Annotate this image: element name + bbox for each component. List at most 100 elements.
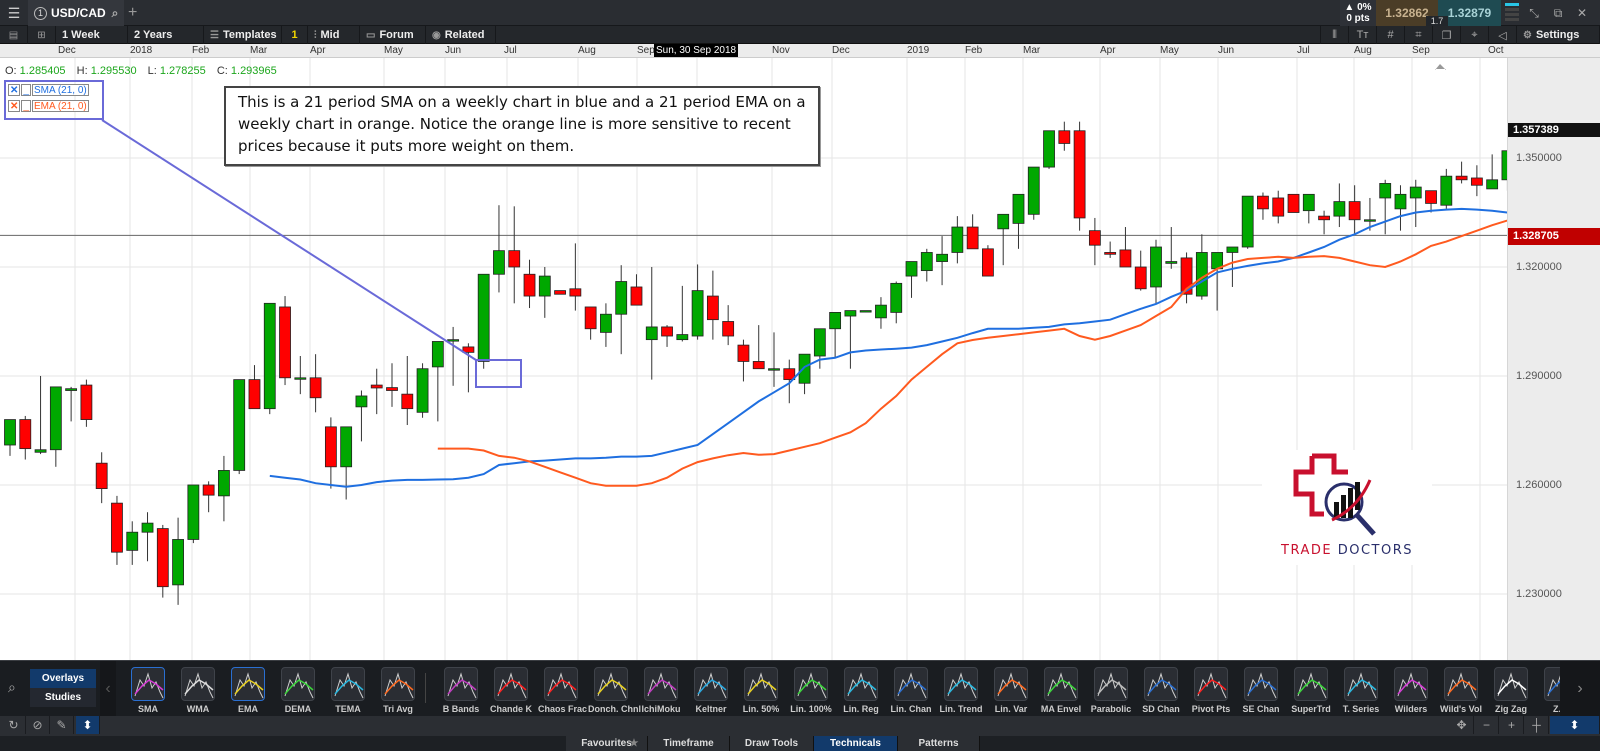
text-size-icon[interactable]: Tт: [1348, 26, 1376, 44]
pencil-icon[interactable]: ✎: [50, 716, 74, 734]
indicator-thumbnail-icon: [1444, 667, 1478, 701]
indicator-donch-chnl[interactable]: Donch. Chnl: [588, 667, 641, 714]
templates-button[interactable]: ☰ Templates: [204, 26, 282, 44]
indicator-lin-var[interactable]: Lin. Var: [988, 667, 1034, 714]
indicator-label: DEMA: [284, 704, 312, 714]
tab-studies[interactable]: Studies: [30, 688, 96, 707]
eye-icon: ◉: [432, 29, 441, 41]
zoom-out-icon[interactable]: −: [1475, 716, 1499, 734]
indicator-label: SD Chan: [1142, 704, 1180, 714]
indicator-tema[interactable]: TEMA: [325, 667, 371, 714]
interval-button[interactable]: 1 Week: [56, 26, 128, 44]
indicator-lin-chan[interactable]: Lin. Chan: [888, 667, 934, 714]
indicator-supertrd[interactable]: SuperTrd: [1288, 667, 1334, 714]
indicator-parabolic[interactable]: Parabolic: [1088, 667, 1134, 714]
candle-down: [752, 361, 765, 370]
indicator-pivot-pts[interactable]: Pivot Pts: [1188, 667, 1234, 714]
time-tick: Apr: [1100, 45, 1116, 56]
time-tick: Aug: [578, 45, 596, 56]
search-icon[interactable]: ⌕: [8, 679, 16, 696]
clear-icon[interactable]: ⊘: [26, 716, 50, 734]
candle-up: [615, 281, 628, 315]
indicator-keltner[interactable]: Keltner: [688, 667, 734, 714]
layers-icon[interactable]: ❐: [1432, 26, 1460, 44]
scroll-right-icon[interactable]: ›: [1560, 661, 1600, 717]
close-icon[interactable]: ✕: [1570, 0, 1594, 26]
indicator-se-chan[interactable]: SE Chan: [1238, 667, 1284, 714]
indicator-ma-envel[interactable]: MA Envel: [1038, 667, 1084, 714]
indicator-wild-s-vol[interactable]: Wild's Vol: [1438, 667, 1484, 714]
candle-down: [630, 286, 643, 306]
scroll-left-icon[interactable]: ‹: [100, 661, 116, 717]
indicator-lin-100[interactable]: Lin. 100%: [788, 667, 834, 714]
remove-ema-icon[interactable]: ✕: [8, 100, 21, 112]
popout-icon[interactable]: ⧉: [1546, 0, 1570, 26]
tab-overlays[interactable]: Overlays: [30, 669, 96, 688]
trade-doctors-logo: TRADE DOCTORS: [1262, 450, 1432, 565]
fit-vertical-icon[interactable]: ⬍: [1550, 716, 1600, 734]
candle-up: [997, 213, 1010, 230]
hide-sma-icon[interactable]: _: [21, 84, 31, 96]
indicator-thumbnail-icon: [844, 667, 878, 701]
remove-sma-icon[interactable]: ✕: [8, 84, 21, 96]
price-type-button[interactable]: ⫶ Mid: [308, 26, 360, 44]
grid-icon[interactable]: #: [1376, 26, 1404, 44]
indicator-chaos-frac[interactable]: Chaos Frac: [538, 667, 587, 714]
indicator-lin-trend[interactable]: Lin. Trend: [938, 667, 984, 714]
indicator-thumbnail-icon: [181, 667, 215, 701]
minimize-icon[interactable]: ⤡: [1522, 0, 1546, 26]
crosshair-icon[interactable]: ┼: [1525, 716, 1549, 734]
star-icon[interactable]: ★: [620, 736, 648, 751]
candle-down: [1104, 252, 1117, 255]
indicator-chande-k[interactable]: Chande K: [488, 667, 534, 714]
annotation-textbox[interactable]: This is a 21 period SMA on a weekly char…: [224, 86, 820, 166]
tab-usdcad[interactable]: 1 USD/CAD ⌕: [28, 0, 124, 26]
indicator-thumbnail-icon: [1294, 667, 1328, 701]
indicator-zig-zag[interactable]: Zig Zag: [1488, 667, 1534, 714]
candle-down: [80, 384, 93, 420]
time-tick: Jul: [504, 45, 517, 56]
indicator-lin-50[interactable]: Lin. 50%: [738, 667, 784, 714]
tab-technicals[interactable]: Technicals: [814, 736, 898, 751]
crosshair-icon[interactable]: ⌖: [1460, 26, 1488, 44]
indicator-thumbnail-icon: [381, 667, 415, 701]
logo-word-doctors: DOCTORS: [1337, 543, 1413, 558]
candle-up: [1486, 179, 1499, 190]
crosshair-draw-icon[interactable]: ⌗: [1404, 26, 1432, 44]
indicator-t-series[interactable]: T. Series: [1338, 667, 1384, 714]
expand-vertical-icon[interactable]: ⬍: [76, 716, 100, 734]
indicator-sma[interactable]: SMA: [125, 667, 171, 714]
indicator-sd-chan[interactable]: SD Chan: [1138, 667, 1184, 714]
legend-sma-label[interactable]: SMA (21, 0): [31, 84, 89, 96]
tab-patterns[interactable]: Patterns: [898, 736, 980, 751]
move-icon[interactable]: ✥: [1450, 716, 1474, 734]
forum-button[interactable]: ▭ Forum: [360, 26, 426, 44]
indicator-tri-avg[interactable]: Tri Avg: [375, 667, 421, 714]
hide-ema-icon[interactable]: _: [21, 100, 31, 112]
high-value: 1.295530: [90, 65, 137, 77]
legend-ema-label[interactable]: EMA (21, 0): [31, 100, 89, 112]
tab-timeframe[interactable]: Timeframe: [648, 736, 730, 751]
indicator-wilders[interactable]: Wilders: [1388, 667, 1434, 714]
indicator-wma[interactable]: WMA: [175, 667, 221, 714]
refresh-icon[interactable]: ↻: [2, 716, 26, 734]
indicator-ema[interactable]: EMA: [225, 667, 271, 714]
related-button[interactable]: ◉ Related: [426, 26, 496, 44]
indicator-ichimoku[interactable]: IchiMoku: [638, 667, 684, 714]
scale-icon[interactable]: ⫴: [1320, 26, 1348, 44]
layout-icon[interactable]: ⊞: [28, 26, 56, 44]
zoom-in-icon[interactable]: +: [1500, 716, 1524, 734]
price-axis[interactable]: 1.357389 1.350000 1.328705 1.320000 1.29…: [1507, 58, 1600, 660]
indicator-b-bands[interactable]: B Bands: [438, 667, 484, 714]
tag-icon[interactable]: ◁: [1488, 26, 1516, 44]
tab-draw-tools[interactable]: Draw Tools: [730, 736, 814, 751]
time-axis[interactable]: Dec 2018 Feb Mar Apr May Jun Jul Aug Sep Nov Dec 201…: [0, 44, 1600, 58]
plus-icon[interactable]: +: [128, 0, 144, 26]
indicator-dema[interactable]: DEMA: [275, 667, 321, 714]
hamburger-icon[interactable]: ☰: [0, 0, 28, 26]
range-button[interactable]: 2 Years: [128, 26, 204, 44]
search-icon[interactable]: ⌕: [112, 6, 119, 21]
indicator-lin-reg[interactable]: Lin. Reg: [838, 667, 884, 714]
list-icon[interactable]: ▤: [0, 26, 28, 44]
settings-button[interactable]: ⚙ Settings: [1516, 26, 1600, 44]
